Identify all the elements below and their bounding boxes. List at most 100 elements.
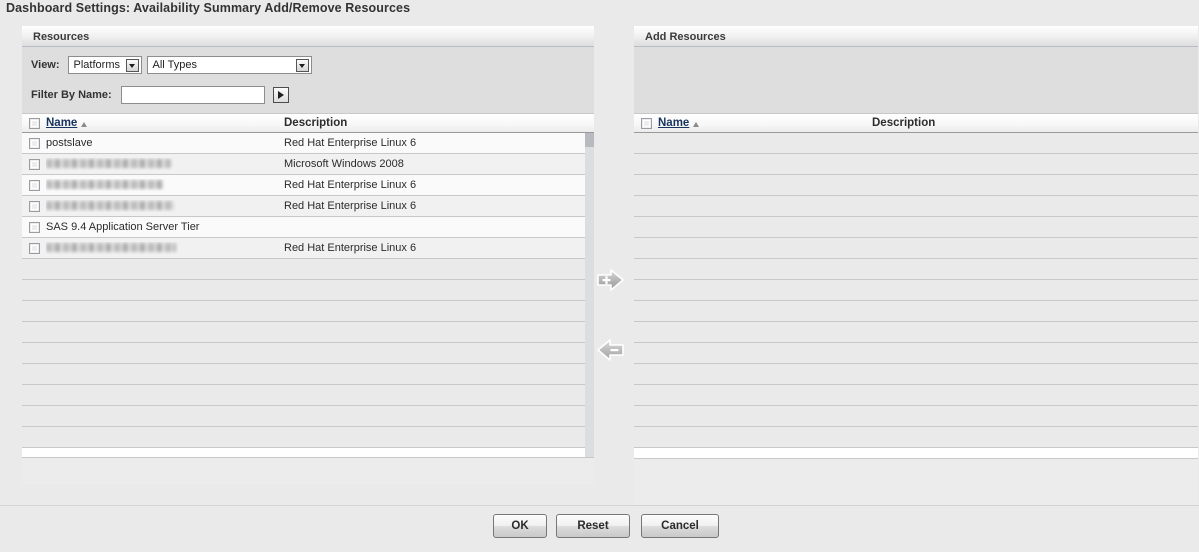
redacted-name	[46, 200, 174, 210]
add-resources-col-name-link[interactable]: Name	[658, 117, 689, 129]
row-select-cell	[22, 137, 46, 149]
table-row[interactable]: postslave Red Hat Enterprise Linux 6	[22, 133, 594, 154]
sort-ascending-icon	[81, 121, 88, 127]
row-select-checkbox[interactable]	[28, 242, 40, 254]
resources-col-name[interactable]: Name	[46, 117, 284, 129]
resources-col-name-link[interactable]: Name	[46, 117, 77, 129]
table-row-empty	[22, 427, 594, 448]
ok-button[interactable]: OK	[493, 514, 547, 538]
table-row-empty	[22, 322, 594, 343]
redacted-name	[46, 158, 171, 168]
row-select-checkbox[interactable]	[28, 137, 40, 149]
table-row[interactable]: Red Hat Enterprise Linux 6	[22, 238, 594, 259]
add-resources-panel-title: Add Resources	[645, 31, 726, 43]
resources-grid-scrollbar[interactable]	[585, 133, 594, 457]
table-row-empty	[22, 259, 594, 280]
table-row[interactable]: Red Hat Enterprise Linux 6	[22, 175, 594, 196]
table-row-empty	[22, 364, 594, 385]
table-row-empty	[634, 301, 1198, 322]
add-resources-button[interactable]	[594, 266, 630, 296]
redacted-name	[46, 179, 163, 189]
row-select-cell	[22, 200, 46, 212]
table-row-empty	[22, 385, 594, 406]
cancel-button[interactable]: Cancel	[641, 514, 719, 538]
remove-resources-button[interactable]	[594, 336, 630, 366]
table-row-empty	[22, 280, 594, 301]
add-resources-grid-footer	[634, 458, 1198, 506]
add-resources-select-all-cell	[634, 117, 658, 129]
row-select-checkbox[interactable]	[28, 179, 40, 191]
row-description-cell: Red Hat Enterprise Linux 6	[284, 200, 417, 212]
table-row-empty	[634, 154, 1198, 175]
row-select-checkbox[interactable]	[28, 158, 40, 170]
sort-ascending-icon	[693, 121, 700, 127]
table-row-empty	[634, 133, 1198, 154]
view-label: View:	[31, 59, 60, 71]
resources-grid-header: Name Description	[22, 113, 594, 133]
resources-col-description[interactable]: Description	[284, 117, 347, 129]
add-resources-panel-header: Add Resources	[634, 26, 1198, 47]
chevron-down-icon[interactable]	[295, 59, 309, 72]
row-description-cell: Microsoft Windows 2008	[284, 158, 404, 170]
add-resources-grid-body	[634, 133, 1198, 458]
table-row-empty	[634, 322, 1198, 343]
add-resources-select-all-checkbox[interactable]	[640, 117, 652, 129]
row-select-cell	[22, 221, 46, 233]
row-description-cell: Red Hat Enterprise Linux 6	[284, 179, 417, 191]
filter-go-button[interactable]	[272, 87, 289, 103]
row-name-cell	[46, 179, 284, 191]
resources-panel-header: Resources	[22, 26, 594, 47]
resources-grid-footer	[22, 457, 594, 484]
table-row-empty	[634, 280, 1198, 301]
table-row-empty	[634, 427, 1198, 448]
chevron-down-icon[interactable]	[125, 59, 139, 72]
row-description-cell: Red Hat Enterprise Linux 6	[284, 137, 417, 149]
table-row-empty	[634, 238, 1198, 259]
page-title: Dashboard Settings: Availability Summary…	[6, 1, 411, 15]
redacted-name	[46, 242, 176, 252]
table-row-empty	[634, 385, 1198, 406]
type-select-value: All Types	[152, 59, 197, 71]
add-resources-col-name[interactable]: Name	[658, 117, 872, 129]
add-resources-panel: Add Resources Name Description	[634, 26, 1198, 506]
table-row-empty	[634, 175, 1198, 196]
row-select-cell	[22, 158, 46, 170]
row-select-cell	[22, 242, 46, 254]
row-name-cell: SAS 9.4 Application Server Tier	[46, 221, 200, 233]
resources-panel: Resources View: Platforms All Types Filt…	[22, 26, 594, 484]
resources-grid-scrollbar-thumb[interactable]	[585, 133, 594, 147]
add-resources-grid-header: Name Description	[634, 113, 1198, 133]
table-row-empty	[634, 217, 1198, 238]
row-select-checkbox[interactable]	[28, 200, 40, 212]
resources-select-all-checkbox[interactable]	[28, 117, 40, 129]
add-resources-col-description[interactable]: Description	[872, 117, 935, 129]
table-row-empty	[22, 406, 594, 427]
table-row-empty	[22, 343, 594, 364]
table-row[interactable]: Red Hat Enterprise Linux 6	[22, 196, 594, 217]
add-resources-toolbar-spacer	[634, 47, 1198, 113]
add-resources-grid: Name Description	[634, 113, 1198, 506]
table-row-empty	[634, 343, 1198, 364]
table-row-empty	[22, 301, 594, 322]
filter-by-name-input[interactable]	[120, 86, 265, 104]
view-select[interactable]: Platforms	[67, 56, 142, 74]
row-select-cell	[22, 179, 46, 191]
resources-grid: Name Description postslave Red Hat Enterp…	[22, 113, 594, 484]
type-select[interactable]: All Types	[146, 56, 312, 74]
table-row-empty	[634, 259, 1198, 280]
resources-grid-body: postslave Red Hat Enterprise Linux 6 Micro…	[22, 133, 594, 457]
row-name-cell	[46, 200, 284, 212]
row-select-checkbox[interactable]	[28, 221, 40, 233]
table-row[interactable]: SAS 9.4 Application Server Tier	[22, 217, 594, 238]
transfer-controls	[594, 22, 634, 552]
row-name-cell	[46, 158, 284, 170]
resources-toolbar: View: Platforms All Types Filter By Name…	[22, 47, 594, 113]
dialog-footer: OK Reset Cancel	[0, 505, 1199, 552]
row-description-cell: Red Hat Enterprise Linux 6	[284, 242, 417, 254]
row-name-cell	[46, 242, 284, 254]
reset-button[interactable]: Reset	[556, 514, 630, 538]
table-row[interactable]: Microsoft Windows 2008	[22, 154, 594, 175]
resources-panel-title: Resources	[33, 31, 90, 43]
table-row-empty	[634, 406, 1198, 427]
resources-select-all-cell	[22, 117, 46, 129]
